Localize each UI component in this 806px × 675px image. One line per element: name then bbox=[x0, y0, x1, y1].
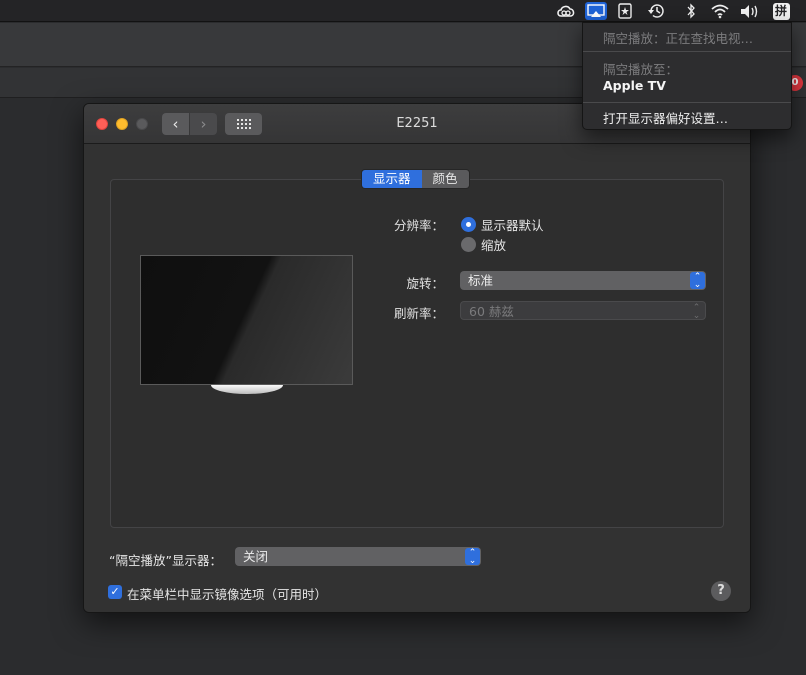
rotation-value: 标准 bbox=[468, 273, 494, 288]
tab-color[interactable]: 颜色 bbox=[421, 170, 469, 188]
refresh-label: 刷新率： bbox=[393, 306, 444, 321]
popup-arrows-icon: ⌃ ⌄ bbox=[465, 548, 480, 565]
resolution-scaled-label[interactable]: 缩放 bbox=[481, 235, 506, 254]
airplay-searching-item: 隔空播放：正在查找电视… bbox=[603, 31, 754, 46]
tab-display[interactable]: 显示器 bbox=[362, 170, 422, 188]
resolution-default-label[interactable]: 显示器默认 bbox=[481, 215, 544, 234]
creative-cloud-icon[interactable] bbox=[555, 2, 577, 20]
airplay-icon[interactable] bbox=[585, 2, 607, 20]
menu-bar: 拼 bbox=[0, 0, 806, 22]
resolution-scaled-radio[interactable] bbox=[461, 237, 476, 252]
airplay-menu: 隔空播放：正在查找电视… 隔空播放至： Apple TV 打开显示器偏好设置… bbox=[582, 22, 792, 130]
resolution-label: 分辨率： bbox=[393, 218, 444, 233]
volume-icon[interactable] bbox=[739, 2, 761, 20]
bookmark-star-icon[interactable] bbox=[614, 2, 636, 20]
resolution-default-radio[interactable] bbox=[461, 217, 476, 232]
monitor-illustration bbox=[140, 255, 353, 385]
input-method-label: 拼 bbox=[772, 2, 790, 20]
menu-separator bbox=[583, 51, 791, 52]
airplay-display-value: 关闭 bbox=[243, 549, 269, 564]
refresh-popup: 60 赫兹 ⌃ ⌄ bbox=[460, 301, 706, 320]
help-button[interactable]: ? bbox=[711, 581, 731, 601]
apple-tv-item[interactable]: Apple TV bbox=[603, 78, 666, 93]
time-machine-icon[interactable] bbox=[645, 2, 667, 20]
mirroring-checkbox-label[interactable]: 在菜单栏中显示镜像选项（可用时） bbox=[127, 584, 327, 603]
open-display-prefs-item[interactable]: 打开显示器偏好设置… bbox=[603, 108, 728, 127]
checkmark-icon: ✓ bbox=[110, 585, 120, 598]
input-method-icon[interactable]: 拼 bbox=[771, 2, 791, 20]
bluetooth-icon[interactable] bbox=[680, 2, 702, 20]
refresh-value: 60 赫兹 bbox=[469, 304, 514, 319]
rotation-label: 旋转： bbox=[406, 276, 444, 291]
window-content: 显示器 颜色 分辨率： 显示器默认 缩放 旋转： 标准 ⌃ ⌄ 刷新率： 60 赫… bbox=[84, 145, 750, 612]
menu-separator bbox=[583, 102, 791, 103]
mirroring-checkbox[interactable]: ✓ bbox=[108, 585, 122, 599]
rotation-popup[interactable]: 标准 ⌃ ⌄ bbox=[460, 271, 706, 290]
popup-arrows-icon: ⌃ ⌄ bbox=[692, 302, 701, 321]
airplay-display-popup[interactable]: 关闭 ⌃ ⌄ bbox=[235, 547, 481, 566]
tab-bar: 显示器 颜色 bbox=[361, 169, 470, 189]
popup-arrows-icon: ⌃ ⌄ bbox=[690, 272, 705, 289]
airplay-display-label: “隔空播放”显示器： bbox=[109, 553, 222, 568]
wifi-icon[interactable] bbox=[709, 2, 731, 20]
display-preferences-window: ‹ › E2251 显示器 颜色 分辨率： 显示器默认 缩放 旋转： 标准 ⌃ … bbox=[83, 103, 751, 613]
airplay-to-header: 隔空播放至： bbox=[603, 62, 679, 77]
